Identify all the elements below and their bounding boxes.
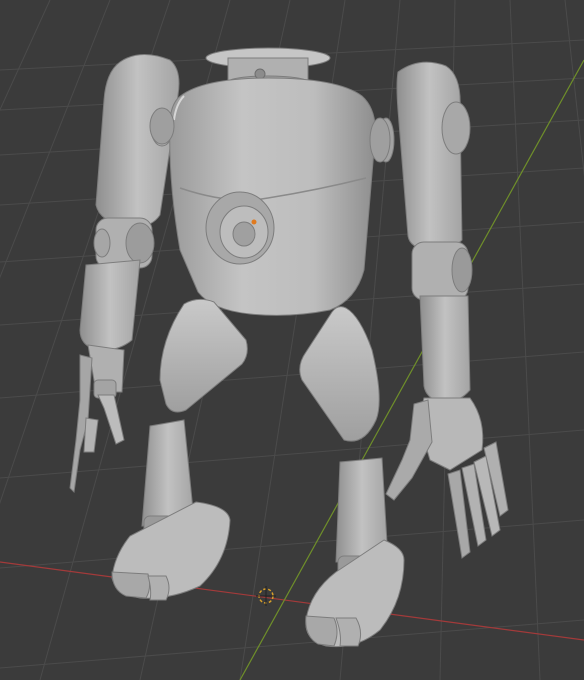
3d-viewport[interactable] [0,0,584,680]
object-origin-icon[interactable] [251,219,257,225]
robot-right-hand[interactable] [385,397,509,559]
x-axis-line [0,561,584,641]
robot-left-foot[interactable] [111,501,231,601]
robot-chest-dial[interactable] [205,191,275,265]
3d-cursor-icon[interactable] [256,586,276,606]
robot-left-arm[interactable] [79,54,180,351]
robot-right-arm[interactable] [377,61,473,403]
robot-left-thigh[interactable] [159,298,248,413]
robot-right-thigh[interactable] [299,306,380,442]
robot-torso[interactable] [169,77,376,316]
